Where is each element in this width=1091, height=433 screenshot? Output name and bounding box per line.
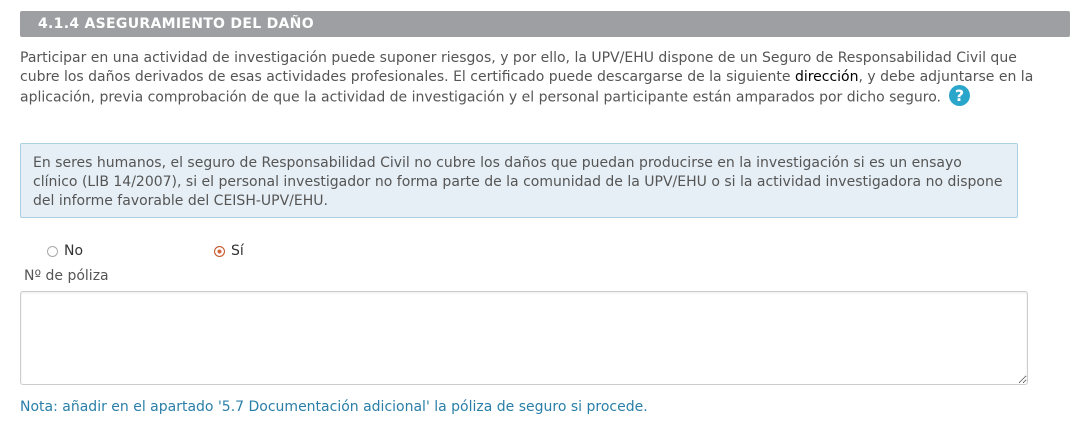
section-header: 4.1.4 ASEGURAMIENTO DEL DAÑO [20, 11, 1070, 37]
radio-si-button[interactable] [214, 245, 225, 257]
radio-si-label: Sí [231, 243, 244, 259]
radio-no-button[interactable] [47, 245, 58, 257]
info-box-text: En seres humanos, el seguro de Responsab… [33, 155, 1003, 209]
radio-no-label: No [64, 243, 84, 259]
info-box: En seres humanos, el seguro de Responsab… [20, 143, 1018, 218]
section-title: 4.1.4 ASEGURAMIENTO DEL DAÑO [38, 16, 314, 32]
note-text: Nota: añadir en el apartado '5.7 Documen… [20, 399, 648, 415]
radio-option-no[interactable]: No [47, 242, 83, 260]
intro-paragraph: Participar en una actividad de investiga… [20, 49, 1050, 108]
radio-option-si[interactable]: Sí [214, 242, 244, 260]
policy-number-label: Nº de póliza [24, 268, 109, 284]
certificate-link[interactable]: dirección [795, 69, 859, 85]
question-circle-icon[interactable]: ? [949, 85, 970, 106]
policy-number-textarea[interactable] [20, 291, 1028, 385]
